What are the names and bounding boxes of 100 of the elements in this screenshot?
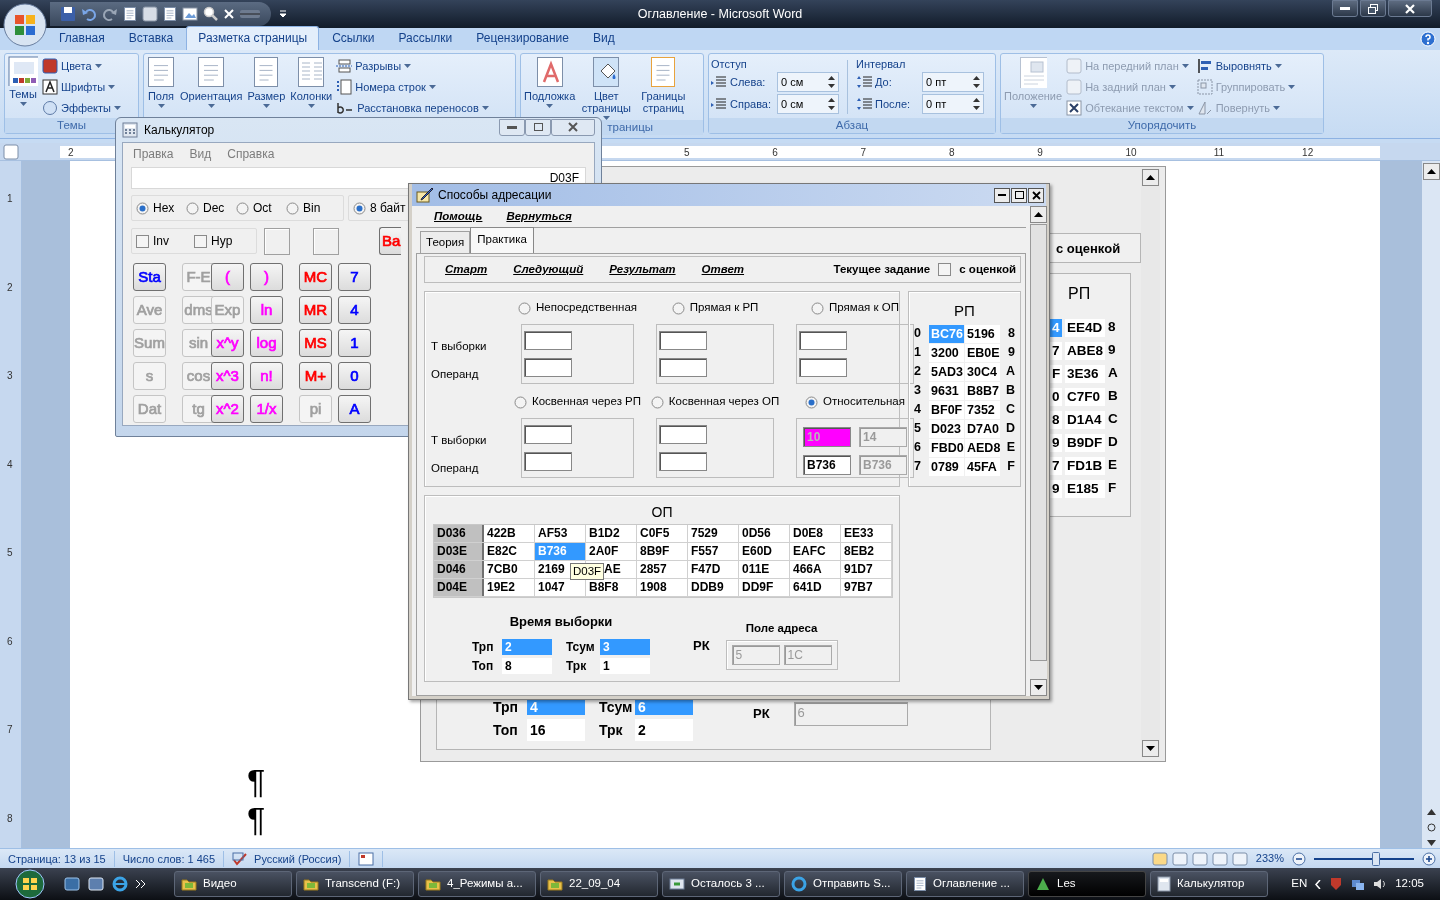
taskbar-button[interactable]: Оглавление ...: [906, 871, 1024, 897]
taskbar-button[interactable]: Осталось 3 ...: [662, 871, 780, 897]
radio-icon[interactable]: [650, 395, 664, 409]
minimize-button[interactable]: [499, 118, 525, 136]
checkbox-icon[interactable]: [938, 263, 952, 276]
tab[interactable]: Практика: [470, 226, 534, 253]
radio-icon[interactable]: [811, 301, 825, 315]
radio-icon[interactable]: [671, 301, 685, 315]
spin-field[interactable]: 0 пт: [922, 94, 984, 114]
input-field[interactable]: [799, 331, 847, 350]
input-field[interactable]: [659, 331, 707, 350]
input-field[interactable]: [659, 358, 707, 377]
office-logo-icon[interactable]: [3, 3, 47, 47]
ribbon-button[interactable]: Номера строк: [336, 78, 489, 96]
previous-page-icon[interactable]: [1426, 809, 1436, 815]
scroll-up-button[interactable]: [1142, 169, 1159, 186]
input-field[interactable]: [524, 425, 572, 444]
ribbon-button[interactable]: Эффекты: [42, 99, 121, 117]
ribbon-tab[interactable]: Разметка страницы: [186, 26, 320, 50]
ribbon-button[interactable]: Границы страниц: [636, 56, 691, 120]
radio-label[interactable]: Hex: [153, 199, 175, 217]
taskbar-button[interactable]: 4_Режимы а...: [418, 871, 536, 897]
help-icon[interactable]: [1420, 31, 1436, 47]
network-icon[interactable]: [1351, 877, 1366, 891]
radio-icon[interactable]: [805, 395, 818, 409]
ribbon-tab[interactable]: Ссылки: [321, 27, 386, 50]
menu-item[interactable]: Справка: [227, 145, 275, 163]
minimize-button[interactable]: [994, 187, 1010, 203]
input-field[interactable]: [524, 358, 572, 377]
radio-label[interactable]: Косвенная через РП: [531, 393, 642, 411]
next-page-icon[interactable]: [1426, 840, 1436, 846]
chevron-icon[interactable]: [1315, 879, 1322, 889]
customize-icon[interactable]: [279, 10, 287, 18]
ribbon-button[interactable]: Расстановка переносов: [336, 99, 489, 117]
spin-field[interactable]: 0 см: [777, 72, 839, 92]
security-icon[interactable]: [1329, 877, 1344, 891]
radio-label[interactable]: Прямая к ОП: [829, 299, 899, 317]
maximize-button[interactable]: [1011, 187, 1027, 203]
calc-key[interactable]: 0: [338, 362, 371, 390]
radio-label[interactable]: Непосредственная: [536, 299, 638, 317]
calc-key[interactable]: Sta: [133, 263, 166, 291]
calc-key[interactable]: 1: [338, 329, 371, 357]
volume-icon[interactable]: [1373, 877, 1388, 891]
radio-label[interactable]: Dec: [203, 199, 225, 217]
scroll-up-button[interactable]: [1030, 206, 1047, 223]
taskbar-button[interactable]: Les: [1028, 871, 1146, 897]
zoom-in-icon[interactable]: [1422, 851, 1436, 866]
slider-thumb[interactable]: [1371, 851, 1380, 866]
calc-key[interactable]: 4: [338, 296, 371, 324]
radio-icon[interactable]: [513, 395, 527, 409]
ribbon-button[interactable]: Шрифты: [42, 78, 121, 96]
ribbon-button[interactable]: Выровнять: [1196, 57, 1296, 75]
input-field[interactable]: [799, 358, 847, 377]
maximize-button[interactable]: [525, 118, 551, 136]
taskbar-button[interactable]: Transcend (F:): [296, 871, 414, 897]
checkbox-label[interactable]: Inv: [153, 232, 169, 250]
menu-item[interactable]: Правка: [133, 145, 174, 163]
toolbar-link[interactable]: Результат: [609, 260, 676, 279]
ribbon-button[interactable]: Подложка: [523, 56, 577, 120]
radio-icon[interactable]: [186, 201, 199, 215]
spin-field[interactable]: 0 пт: [922, 72, 984, 92]
close-button[interactable]: [1388, 0, 1432, 17]
checkbox-label[interactable]: с оценкой: [959, 260, 1016, 279]
toolbar-link[interactable]: Следующий: [513, 260, 584, 279]
tab[interactable]: Теория: [420, 230, 471, 253]
input-field[interactable]: [524, 452, 572, 471]
menu-item[interactable]: Помощь: [434, 207, 483, 226]
radio-icon[interactable]: [286, 201, 299, 215]
checkbox-icon[interactable]: [136, 234, 149, 248]
radio-label[interactable]: Косвенная через ОП: [668, 393, 780, 411]
radio-label[interactable]: Oct: [253, 199, 272, 217]
radio-icon[interactable]: [136, 201, 149, 215]
ribbon-tab[interactable]: Вид: [581, 27, 626, 50]
scroll-down-button[interactable]: [1030, 679, 1047, 696]
checkbox-icon[interactable]: [194, 234, 207, 248]
toolbar-link[interactable]: Ответ: [701, 260, 745, 279]
ribbon-button[interactable]: Цвета: [42, 57, 121, 75]
radio-icon[interactable]: [353, 201, 366, 215]
browse-object-icon[interactable]: [1426, 823, 1436, 832]
close-button[interactable]: [1028, 187, 1044, 203]
ribbon-button[interactable]: Колонки: [289, 56, 334, 118]
scroll-up-button[interactable]: [1422, 163, 1440, 180]
ribbon-button[interactable]: Ориентация: [179, 56, 244, 118]
spellcheck-icon[interactable]: [232, 851, 249, 866]
input-field[interactable]: [659, 452, 707, 471]
ribbon-button[interactable]: Цвет страницы: [579, 56, 634, 120]
taskbar-button[interactable]: 22_09_04: [540, 871, 658, 897]
scroll-down-button[interactable]: [1142, 740, 1159, 757]
input-field[interactable]: B736: [803, 455, 851, 475]
ribbon-button[interactable]: Поля: [146, 56, 176, 118]
ribbon-button[interactable]: Размер: [246, 56, 287, 118]
taskbar-button[interactable]: Калькулятор: [1150, 871, 1268, 897]
radio-label[interactable]: Относительная: [823, 393, 905, 411]
language-indicator[interactable]: EN: [1291, 875, 1308, 893]
radio-icon[interactable]: [236, 201, 249, 215]
menu-item[interactable]: Вернуться: [506, 207, 572, 226]
more-icon[interactable]: [136, 880, 145, 888]
input-field[interactable]: [659, 425, 707, 444]
calc-key[interactable]: 7: [338, 263, 371, 291]
taskbar-button[interactable]: Видео: [174, 871, 292, 897]
